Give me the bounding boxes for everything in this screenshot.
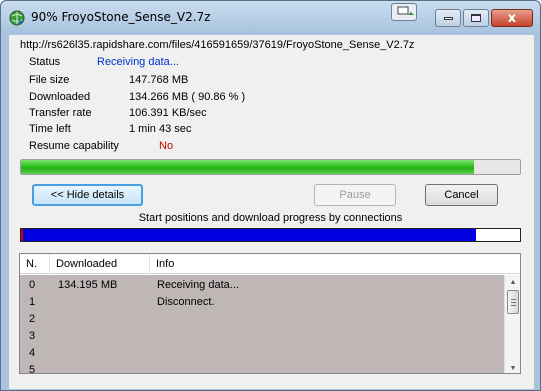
transfer-rate-label: Transfer rate (29, 107, 92, 119)
close-icon: x (507, 10, 517, 26)
table-row[interactable]: 1 Disconnect. (20, 294, 504, 311)
download-url: http://rs626l35.rapidshare.com/files/416… (20, 39, 415, 51)
grip-line (511, 299, 516, 300)
cell-info: Receiving data... (157, 279, 239, 291)
scrollbar-thumb[interactable] (507, 290, 519, 314)
download-progress-bar (20, 159, 521, 175)
scroll-down-icon[interactable]: ▼ (505, 361, 520, 373)
cell-n: 5 (29, 364, 36, 374)
table-row[interactable]: 3 (20, 328, 504, 345)
time-left-label: Time left (29, 123, 71, 135)
file-size-value: 147.768 MB (129, 74, 189, 86)
cell-n: 0 (29, 279, 36, 291)
status-label: Status (29, 56, 61, 68)
download-progress-fill (21, 160, 475, 174)
connections-table: N. Downloaded Info 0 134.195 MB Receivin… (19, 253, 521, 374)
table-row[interactable]: 4 (20, 345, 504, 362)
pause-button[interactable]: Pause (314, 184, 396, 206)
connection-progress-fill (23, 229, 477, 241)
title-bar[interactable]: 90% FroyoStone_Sense_V2.7z x (1, 1, 540, 35)
maximize-icon (471, 14, 481, 22)
table-row[interactable]: 0 134.195 MB Receiving data... (20, 277, 504, 294)
downloaded-value: 134.266 MB ( 90.86 % ) (129, 91, 246, 103)
cell-info: Disconnect. (157, 296, 215, 308)
window-title: 90% FroyoStone_Sense_V2.7z (31, 10, 211, 24)
close-button[interactable]: x (491, 9, 533, 27)
time-left-value: 1 min 43 sec (129, 123, 192, 135)
table-row[interactable]: 5 (20, 362, 504, 374)
file-size-label: File size (29, 74, 70, 86)
cell-n: 3 (29, 330, 36, 342)
downloaded-label: Downloaded (29, 91, 91, 103)
maximize-button[interactable] (463, 9, 489, 27)
cancel-button[interactable]: Cancel (425, 184, 498, 206)
cell-n: 2 (29, 313, 36, 325)
restore-overlay-icon (391, 3, 417, 21)
hide-details-button[interactable]: << Hide details (32, 184, 143, 206)
cell-n: 1 (29, 296, 36, 308)
table-vertical-scrollbar[interactable]: ▲ ▼ (504, 275, 520, 373)
column-header-downloaded[interactable]: Downloaded (50, 254, 150, 274)
status-value: Receiving data... (97, 56, 179, 68)
table-header: N. Downloaded Info (20, 254, 520, 274)
connections-caption: Start positions and download progress by… (138, 212, 403, 224)
scroll-up-icon[interactable]: ▲ (505, 275, 520, 289)
minimize-button[interactable] (435, 9, 461, 27)
cell-downloaded: 134.195 MB (58, 279, 118, 291)
resume-capability-label: Resume capability (29, 140, 119, 152)
resume-capability-value: No (159, 140, 174, 152)
minimize-icon (443, 16, 453, 20)
column-header-n[interactable]: N. (20, 254, 50, 274)
table-row[interactable]: 2 (20, 311, 504, 328)
grip-line (511, 305, 516, 306)
column-header-info[interactable]: Info (150, 254, 520, 274)
table-body: 0 134.195 MB Receiving data... 1 Disconn… (20, 275, 504, 374)
connections-progress-bar (20, 228, 521, 242)
globe-download-icon (9, 10, 25, 26)
grip-line (511, 302, 516, 303)
cell-n: 4 (29, 347, 36, 359)
transfer-rate-value: 106.391 KB/sec (129, 107, 207, 119)
